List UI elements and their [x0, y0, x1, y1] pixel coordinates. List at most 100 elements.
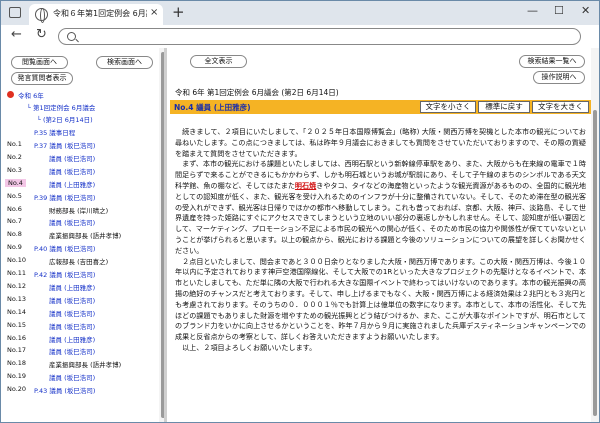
speaker-list-item[interactable]: 議員 (上田雅彦) — [49, 179, 95, 189]
speaker-list-item[interactable]: P.39 議員 (坂巳浩司) — [34, 192, 95, 202]
maximize-icon[interactable]: ☐ — [554, 4, 564, 17]
speaker-list-item[interactable]: 議員 (上田雅彦) — [49, 334, 95, 344]
speaker-list-button[interactable]: 発言質問者表示 — [11, 72, 73, 85]
paragraph-2: まず、本市の観光における課題といたしましては、西明石駅という新幹線停車駅をあり、… — [175, 159, 586, 256]
address-bar[interactable] — [58, 28, 581, 45]
font-reset-button[interactable]: 標準に戻す — [478, 101, 530, 113]
tree-era[interactable]: 令和 6年 — [18, 90, 44, 100]
speaker-list-item[interactable]: 議員 (坂巳浩司) — [49, 153, 95, 163]
speaker-list-item[interactable]: 産業振興部長 (語井孝博) — [49, 230, 121, 240]
full-view-button[interactable]: 全文表示 — [190, 55, 247, 68]
entry-speaker: 議員 (坂巳浩司) — [49, 167, 96, 176]
close-window-icon[interactable]: ✕ — [581, 4, 590, 17]
tree-session-label: 第1回定例会 6月議会 — [32, 104, 96, 112]
document-pane: 全文表示 検索結果一覧へ 操作説明へ 令和 6年 第1回定例会 6月議会 (第2… — [170, 48, 599, 422]
search-hit: 明石焼 — [294, 180, 317, 190]
speaker-list-item[interactable]: 財務部長 (岸川晴之) — [49, 205, 108, 215]
entry-speaker: 議員 (坂巳浩司) — [49, 348, 96, 357]
speech-text: 続きまして、２項目にいたしまして、「２０２５年日本国際博覧会」(略称) 大阪・関… — [175, 127, 586, 354]
tab-title: 令和６年第1回定例会 6月議会 (第 — [53, 9, 147, 18]
entry-number: No.13 — [7, 294, 27, 303]
entry-speaker: 議員 (坂巳浩司) — [49, 154, 96, 163]
entry-page: P.42 — [34, 271, 48, 279]
speaker-list-item[interactable]: 議員 (坂巳浩司) — [49, 295, 95, 305]
entry-number: No.18 — [7, 359, 27, 368]
search-screen-button[interactable]: 検索画面へ — [96, 56, 153, 69]
tree-day-label: (第2日 6月14日) — [42, 116, 93, 124]
entry-number: No.10 — [7, 256, 27, 265]
speaker-list-item[interactable]: P.37 議員 (坂巳浩司) — [34, 140, 95, 150]
entry-number: No.2 — [7, 152, 22, 161]
back-arrow-icon[interactable]: ← — [11, 27, 22, 42]
entry-speaker: 議員 (坂巳浩司) — [49, 271, 96, 279]
tab-close-icon[interactable]: × — [150, 7, 158, 18]
speaker-list-item[interactable]: P.43 議員 (坂巳浩司) — [34, 385, 95, 395]
speaker-list-item[interactable]: 広報部長 (吉田喜之) — [49, 256, 108, 266]
tab-actions-icon[interactable] — [9, 7, 21, 18]
search-icon — [67, 32, 76, 41]
tree-agenda[interactable]: P.35 議事日程 — [34, 127, 75, 137]
left-scrollbar-thumb[interactable] — [161, 52, 164, 418]
entry-speaker: 議員 (坂巳浩司) — [49, 374, 96, 383]
entry-page: P.37 — [34, 142, 48, 150]
search-results-button[interactable]: 検索結果一覧へ — [519, 55, 585, 68]
minimize-icon[interactable]: — — [527, 4, 538, 17]
speaker-list-item[interactable]: P.42 議員 (坂巳浩司) — [34, 269, 95, 279]
right-scrollbar-thumb[interactable] — [593, 110, 597, 416]
entry-number: No.16 — [7, 333, 27, 342]
speaker-list-item[interactable]: 議員 (上田雅彦) — [49, 282, 95, 292]
paragraph-4: 以上、２項目よろしくお願いいたします。 — [182, 342, 317, 352]
document-title: 令和 6年 第1回定例会 6月議会 (第2日 6月14日) — [175, 88, 339, 97]
new-tab-icon[interactable]: + — [172, 3, 185, 21]
entry-speaker: 議員 (坂巳浩司) — [49, 193, 96, 202]
entry-speaker: 財務部長 (岸川晴之) — [49, 206, 109, 215]
prev-screen-button[interactable]: 閲覧画面へ — [11, 56, 68, 69]
speaker-list-item[interactable]: 議員 (坂巳浩司) — [49, 346, 95, 356]
entry-number: No.9 — [7, 243, 22, 252]
entry-number: No.14 — [7, 307, 27, 316]
speaker-list-item[interactable]: 議員 (坂巳浩司) — [49, 372, 95, 382]
tree-session[interactable]: └ 第1回定例会 6月議会 — [27, 102, 95, 112]
entry-speaker: 議員 (坂巳浩司) — [49, 309, 96, 318]
speaker-list-item[interactable]: 議員 (坂巳浩司) — [49, 217, 95, 227]
globe-icon — [35, 8, 48, 23]
speaker-list-item[interactable]: 議員 (坂巳浩司) — [49, 308, 95, 318]
entry-number: No.5 — [7, 191, 22, 200]
speaker-index-pane: 閲覧画面へ 検索画面へ 発言質問者表示 令和 6年 └ 第1回定例会 6月議会 … — [1, 48, 167, 422]
font-smaller-button[interactable]: 文字を小さく — [420, 101, 476, 113]
entry-number: No.20 — [7, 385, 27, 394]
speaker-list-item[interactable]: 議員 (坂巳浩司) — [49, 166, 95, 176]
entry-number: No.8 — [7, 230, 22, 239]
bullet-icon — [7, 91, 14, 98]
tab-bar: 令和６年第1回定例会 6月議会 (第 × + — ☐ ✕ — [1, 1, 599, 25]
speaker-list-item[interactable]: 議員 (坂巳浩司) — [49, 321, 95, 331]
entry-number: No.7 — [7, 217, 22, 226]
entry-page: P.39 — [34, 193, 48, 202]
entry-number: No.17 — [7, 346, 27, 355]
entry-speaker: 議員 (上田雅彦) — [49, 335, 96, 344]
tree-day[interactable]: └ (第2日 6月14日) — [37, 114, 93, 124]
entry-number: No.6 — [7, 204, 22, 213]
entry-speaker: 産業振興部長 (語井孝博) — [49, 232, 122, 241]
reload-icon[interactable]: ↻ — [36, 27, 47, 42]
entry-number: No.4 — [5, 178, 26, 187]
entry-speaker: 議員 (坂巳浩司) — [49, 219, 96, 228]
paragraph-3: ２点目といたしまして、閲会まであと３００日余りとなりました大阪・関西万博でありま… — [175, 256, 586, 342]
browser-tab[interactable]: 令和６年第1回定例会 6月議会 (第 × — [29, 4, 163, 25]
paragraph-1: 続きまして、２項目にいたしまして、「２０２５年日本国際博覧会」(略称) 大阪・関… — [175, 127, 586, 158]
speaker-list-item[interactable]: 産業振興部長 (語井孝博) — [49, 359, 121, 369]
entry-speaker: 議員 (坂巳浩司) — [49, 387, 96, 396]
current-speaker: No.4 議員 (上田雅彦) — [174, 103, 251, 112]
entry-speaker: 議員 (上田雅彦) — [49, 180, 96, 189]
entry-speaker: 議員 (坂巳浩司) — [49, 296, 96, 305]
entry-number: No.12 — [7, 281, 27, 290]
speaker-list-item[interactable]: P.40 議員 (坂巳浩司) — [34, 243, 95, 253]
entry-number: No.11 — [7, 269, 27, 277]
font-larger-button[interactable]: 文字を大きく — [532, 101, 589, 113]
browser-window: 令和６年第1回定例会 6月議会 (第 × + — ☐ ✕ ← ↻ 閲覧画面へ 検… — [0, 0, 600, 423]
entry-speaker: 議員 (坂巳浩司) — [49, 245, 96, 254]
entry-number: No.3 — [7, 165, 22, 174]
help-button[interactable]: 操作説明へ — [533, 71, 585, 84]
entry-speaker: 議員 (上田雅彦) — [49, 283, 96, 292]
entry-number: No.19 — [7, 372, 27, 381]
